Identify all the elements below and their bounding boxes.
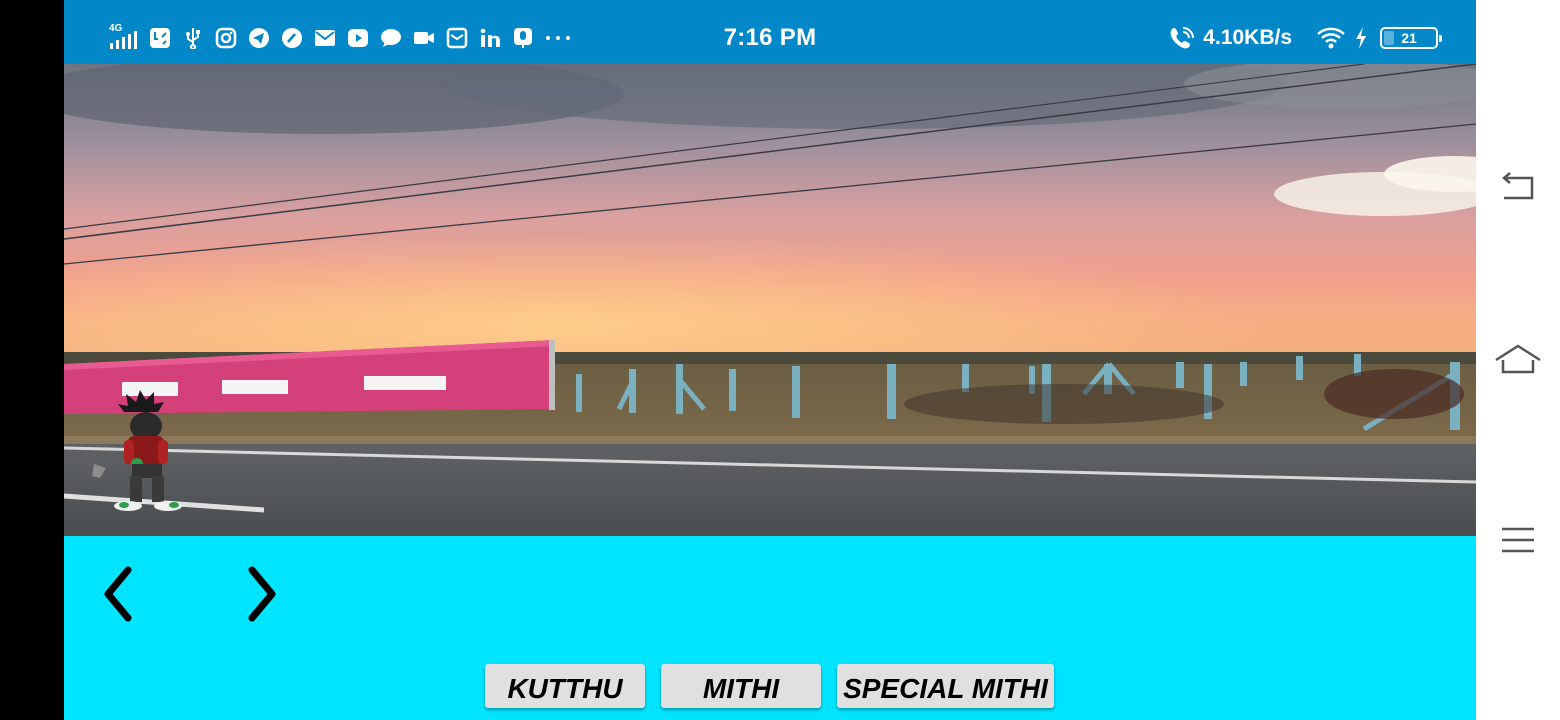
game-controls: KUTTHU MITHI SPECIAL MITHI	[64, 536, 1476, 720]
menu-button[interactable]	[1490, 512, 1546, 568]
chevron-right-icon	[242, 564, 282, 624]
left-black-strip	[0, 0, 64, 720]
next-button[interactable]	[232, 562, 292, 626]
wifi-calling-icon	[1169, 26, 1195, 50]
battery-icon: 21	[1380, 27, 1442, 49]
status-right-icons: 4.10KB/s 21	[1169, 22, 1442, 54]
battery-level: 21	[1401, 30, 1417, 46]
charging-bolt-icon	[1354, 26, 1368, 50]
mithi-button[interactable]: MITHI	[661, 664, 821, 708]
chevron-left-icon	[98, 564, 138, 624]
menu-icon	[1500, 526, 1536, 554]
net-speed: 4.10KB/s	[1203, 26, 1292, 49]
back-icon	[1498, 172, 1538, 204]
navigation-bar	[1476, 0, 1560, 720]
kutthu-button[interactable]: KUTTHU	[485, 664, 645, 708]
home-button[interactable]	[1490, 332, 1546, 388]
status-bar: 4G 7:16 PM 4.10KB/s 21	[64, 0, 1476, 64]
home-icon	[1493, 344, 1543, 376]
battery-fill	[1384, 31, 1395, 45]
special-mithi-button[interactable]: SPECIAL MITHI	[837, 664, 1054, 708]
sunset-roadside-background	[64, 64, 1476, 536]
back-button[interactable]	[1490, 160, 1546, 216]
prev-button[interactable]	[88, 562, 148, 626]
wifi-icon	[1316, 26, 1346, 50]
